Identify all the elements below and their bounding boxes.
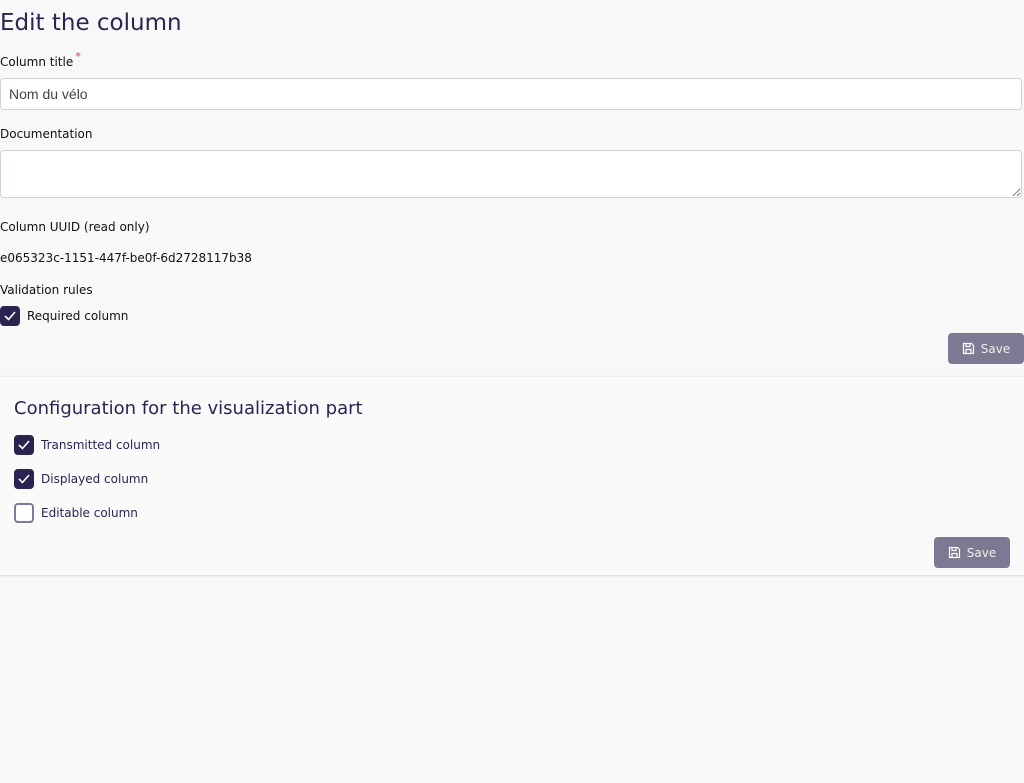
uuid-value: e065323c-1151-447f-be0f-6d2728117b38 [0,251,252,265]
save-label: Save [966,545,997,560]
save-icon [962,342,974,355]
save-label: Save [980,341,1011,356]
visualization-title: Configuration for the visualization part [14,398,363,419]
check-icon [18,474,30,484]
label-text: Column title [0,55,74,69]
displayed-column-label: Displayed column [41,472,149,486]
required-mark: * [75,50,81,63]
documentation-label: Documentation [0,127,93,141]
save-button[interactable]: Save [948,333,1024,364]
transmitted-column-label: Transmitted column [41,438,161,452]
editable-column-label: Editable column [41,506,138,520]
check-icon [18,440,30,450]
required-column-checkbox[interactable] [0,306,20,326]
save-icon [948,546,960,559]
transmitted-column-checkbox[interactable] [14,435,34,455]
documentation-textarea[interactable] [0,150,1022,198]
save-visualization-button[interactable]: Save [934,537,1010,568]
required-column-label: Required column [27,309,129,323]
column-title-input[interactable] [0,78,1022,110]
page-title: Edit the column [0,10,182,36]
displayed-column-checkbox[interactable] [14,469,34,489]
editable-column-checkbox[interactable] [14,503,34,523]
uuid-label: Column UUID (read only) [0,220,150,234]
check-icon [4,311,16,321]
column-title-label: Column title * [0,50,81,69]
validation-rules-label: Validation rules [0,283,93,297]
